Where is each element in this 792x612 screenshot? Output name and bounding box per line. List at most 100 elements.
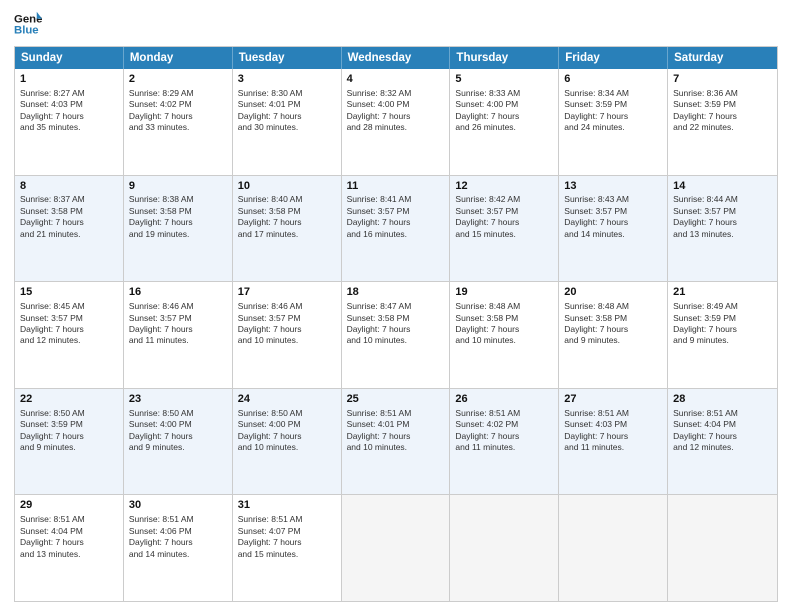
calendar-header: SundayMondayTuesdayWednesdayThursdayFrid… [15,47,777,69]
day-cell-11: 11Sunrise: 8:41 AMSunset: 3:57 PMDayligh… [342,176,451,282]
day-cell-3: 3Sunrise: 8:30 AMSunset: 4:01 PMDaylight… [233,69,342,175]
empty-cell-r4c6 [668,495,777,601]
day-cell-5: 5Sunrise: 8:33 AMSunset: 4:00 PMDaylight… [450,69,559,175]
header-day-monday: Monday [124,47,233,69]
day-number: 2 [129,72,227,87]
day-number: 29 [20,498,118,513]
cell-info: Sunrise: 8:34 AMSunset: 3:59 PMDaylight:… [564,88,662,134]
cell-info: Sunrise: 8:51 AMSunset: 4:04 PMDaylight:… [673,408,772,454]
day-number: 4 [347,72,445,87]
calendar-row-3: 15Sunrise: 8:45 AMSunset: 3:57 PMDayligh… [15,282,777,389]
calendar-row-4: 22Sunrise: 8:50 AMSunset: 3:59 PMDayligh… [15,389,777,496]
day-cell-14: 14Sunrise: 8:44 AMSunset: 3:57 PMDayligh… [668,176,777,282]
cell-info: Sunrise: 8:50 AMSunset: 3:59 PMDaylight:… [20,408,118,454]
day-cell-27: 27Sunrise: 8:51 AMSunset: 4:03 PMDayligh… [559,389,668,495]
day-number: 31 [238,498,336,513]
day-number: 22 [20,392,118,407]
day-cell-15: 15Sunrise: 8:45 AMSunset: 3:57 PMDayligh… [15,282,124,388]
day-cell-17: 17Sunrise: 8:46 AMSunset: 3:57 PMDayligh… [233,282,342,388]
cell-info: Sunrise: 8:49 AMSunset: 3:59 PMDaylight:… [673,301,772,347]
cell-info: Sunrise: 8:51 AMSunset: 4:02 PMDaylight:… [455,408,553,454]
day-cell-12: 12Sunrise: 8:42 AMSunset: 3:57 PMDayligh… [450,176,559,282]
cell-info: Sunrise: 8:32 AMSunset: 4:00 PMDaylight:… [347,88,445,134]
cell-info: Sunrise: 8:41 AMSunset: 3:57 PMDaylight:… [347,194,445,240]
cell-info: Sunrise: 8:46 AMSunset: 3:57 PMDaylight:… [129,301,227,347]
day-cell-13: 13Sunrise: 8:43 AMSunset: 3:57 PMDayligh… [559,176,668,282]
day-cell-18: 18Sunrise: 8:47 AMSunset: 3:58 PMDayligh… [342,282,451,388]
day-cell-6: 6Sunrise: 8:34 AMSunset: 3:59 PMDaylight… [559,69,668,175]
cell-info: Sunrise: 8:51 AMSunset: 4:04 PMDaylight:… [20,514,118,560]
cell-info: Sunrise: 8:44 AMSunset: 3:57 PMDaylight:… [673,194,772,240]
calendar: SundayMondayTuesdayWednesdayThursdayFrid… [14,46,778,602]
day-number: 13 [564,179,662,194]
cell-info: Sunrise: 8:38 AMSunset: 3:58 PMDaylight:… [129,194,227,240]
cell-info: Sunrise: 8:47 AMSunset: 3:58 PMDaylight:… [347,301,445,347]
header-day-saturday: Saturday [668,47,777,69]
day-cell-29: 29Sunrise: 8:51 AMSunset: 4:04 PMDayligh… [15,495,124,601]
cell-info: Sunrise: 8:51 AMSunset: 4:03 PMDaylight:… [564,408,662,454]
day-number: 26 [455,392,553,407]
day-number: 6 [564,72,662,87]
day-number: 9 [129,179,227,194]
calendar-row-5: 29Sunrise: 8:51 AMSunset: 4:04 PMDayligh… [15,495,777,601]
day-cell-23: 23Sunrise: 8:50 AMSunset: 4:00 PMDayligh… [124,389,233,495]
day-number: 12 [455,179,553,194]
empty-cell-r4c5 [559,495,668,601]
day-number: 16 [129,285,227,300]
day-number: 10 [238,179,336,194]
header-day-wednesday: Wednesday [342,47,451,69]
empty-cell-r4c3 [342,495,451,601]
day-cell-26: 26Sunrise: 8:51 AMSunset: 4:02 PMDayligh… [450,389,559,495]
header: General Blue [14,10,778,38]
cell-info: Sunrise: 8:42 AMSunset: 3:57 PMDaylight:… [455,194,553,240]
day-cell-1: 1Sunrise: 8:27 AMSunset: 4:03 PMDaylight… [15,69,124,175]
day-number: 18 [347,285,445,300]
cell-info: Sunrise: 8:30 AMSunset: 4:01 PMDaylight:… [238,88,336,134]
day-cell-8: 8Sunrise: 8:37 AMSunset: 3:58 PMDaylight… [15,176,124,282]
day-cell-9: 9Sunrise: 8:38 AMSunset: 3:58 PMDaylight… [124,176,233,282]
empty-cell-r4c4 [450,495,559,601]
day-number: 7 [673,72,772,87]
cell-info: Sunrise: 8:50 AMSunset: 4:00 PMDaylight:… [238,408,336,454]
page: General Blue SundayMondayTuesdayWednesda… [0,0,792,612]
day-number: 23 [129,392,227,407]
cell-info: Sunrise: 8:37 AMSunset: 3:58 PMDaylight:… [20,194,118,240]
cell-info: Sunrise: 8:45 AMSunset: 3:57 PMDaylight:… [20,301,118,347]
logo-icon: General Blue [14,10,42,38]
day-number: 25 [347,392,445,407]
calendar-row-1: 1Sunrise: 8:27 AMSunset: 4:03 PMDaylight… [15,69,777,176]
cell-info: Sunrise: 8:43 AMSunset: 3:57 PMDaylight:… [564,194,662,240]
day-number: 21 [673,285,772,300]
day-cell-7: 7Sunrise: 8:36 AMSunset: 3:59 PMDaylight… [668,69,777,175]
day-cell-28: 28Sunrise: 8:51 AMSunset: 4:04 PMDayligh… [668,389,777,495]
svg-text:Blue: Blue [14,25,39,37]
day-cell-10: 10Sunrise: 8:40 AMSunset: 3:58 PMDayligh… [233,176,342,282]
cell-info: Sunrise: 8:36 AMSunset: 3:59 PMDaylight:… [673,88,772,134]
cell-info: Sunrise: 8:29 AMSunset: 4:02 PMDaylight:… [129,88,227,134]
day-number: 14 [673,179,772,194]
cell-info: Sunrise: 8:48 AMSunset: 3:58 PMDaylight:… [455,301,553,347]
calendar-row-2: 8Sunrise: 8:37 AMSunset: 3:58 PMDaylight… [15,176,777,283]
cell-info: Sunrise: 8:51 AMSunset: 4:07 PMDaylight:… [238,514,336,560]
cell-info: Sunrise: 8:40 AMSunset: 3:58 PMDaylight:… [238,194,336,240]
cell-info: Sunrise: 8:27 AMSunset: 4:03 PMDaylight:… [20,88,118,134]
day-number: 15 [20,285,118,300]
day-cell-24: 24Sunrise: 8:50 AMSunset: 4:00 PMDayligh… [233,389,342,495]
day-number: 27 [564,392,662,407]
cell-info: Sunrise: 8:33 AMSunset: 4:00 PMDaylight:… [455,88,553,134]
header-day-friday: Friday [559,47,668,69]
day-cell-20: 20Sunrise: 8:48 AMSunset: 3:58 PMDayligh… [559,282,668,388]
day-number: 11 [347,179,445,194]
day-number: 24 [238,392,336,407]
day-cell-16: 16Sunrise: 8:46 AMSunset: 3:57 PMDayligh… [124,282,233,388]
header-day-tuesday: Tuesday [233,47,342,69]
day-cell-22: 22Sunrise: 8:50 AMSunset: 3:59 PMDayligh… [15,389,124,495]
day-cell-4: 4Sunrise: 8:32 AMSunset: 4:00 PMDaylight… [342,69,451,175]
day-number: 30 [129,498,227,513]
calendar-body: 1Sunrise: 8:27 AMSunset: 4:03 PMDaylight… [15,69,777,601]
logo: General Blue [14,10,42,38]
cell-info: Sunrise: 8:46 AMSunset: 3:57 PMDaylight:… [238,301,336,347]
cell-info: Sunrise: 8:50 AMSunset: 4:00 PMDaylight:… [129,408,227,454]
day-cell-31: 31Sunrise: 8:51 AMSunset: 4:07 PMDayligh… [233,495,342,601]
header-day-sunday: Sunday [15,47,124,69]
